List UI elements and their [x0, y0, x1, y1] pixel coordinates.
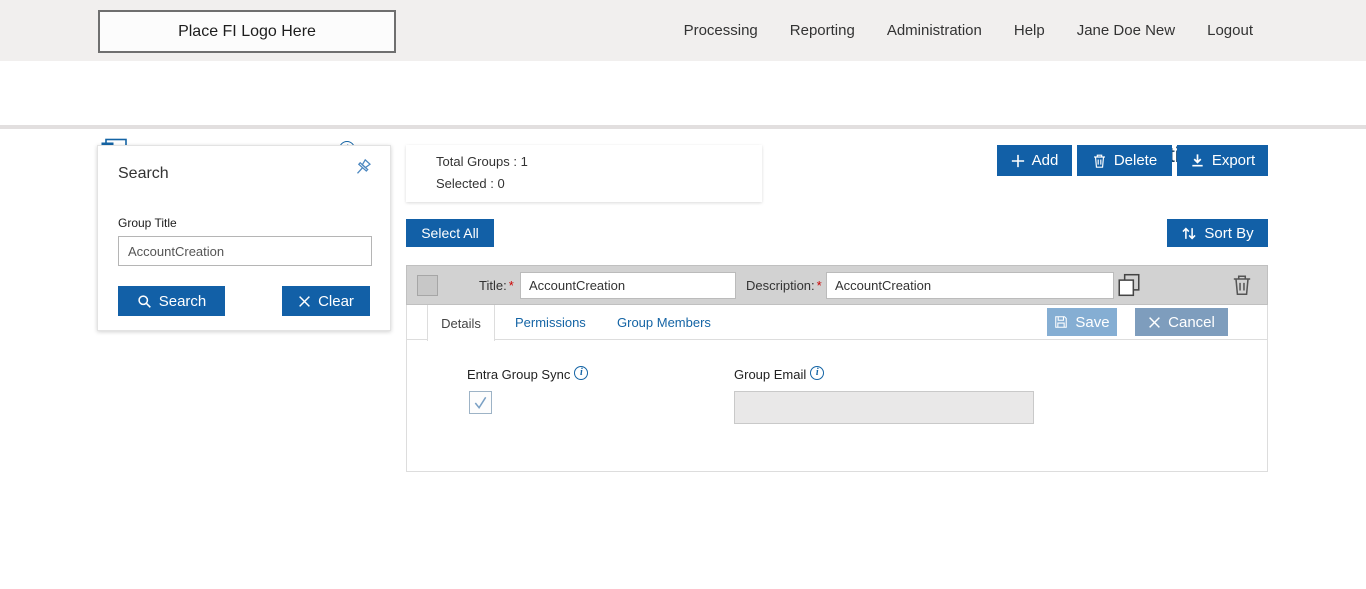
- top-navigation: Processing Reporting Administration Help…: [684, 0, 1253, 61]
- nav-help[interactable]: Help: [1014, 22, 1045, 39]
- cancel-button-label: Cancel: [1168, 314, 1215, 331]
- sort-by-label: Sort By: [1204, 225, 1253, 242]
- tab-permissions[interactable]: Permissions: [515, 305, 586, 340]
- fi-logo-placeholder: Place FI Logo Here: [98, 10, 396, 53]
- nav-processing[interactable]: Processing: [684, 22, 758, 39]
- save-button[interactable]: Save: [1047, 308, 1117, 336]
- clear-button-label: Clear: [318, 293, 354, 310]
- email-info-icon[interactable]: [810, 366, 824, 380]
- row-trash-icon[interactable]: [1229, 273, 1255, 299]
- total-groups-label: Total Groups :: [436, 154, 517, 169]
- selected-count: Selected : 0: [436, 176, 762, 191]
- add-button[interactable]: Add: [997, 145, 1072, 176]
- search-button-label: Search: [159, 293, 207, 310]
- description-label-text: Description:: [746, 278, 815, 293]
- total-groups-value: 1: [521, 154, 528, 169]
- search-panel-title: Search: [118, 165, 169, 183]
- tab-group-members[interactable]: Group Members: [617, 305, 711, 340]
- search-panel: Search Group Title Search Clear: [97, 145, 391, 331]
- export-button-label: Export: [1212, 152, 1255, 169]
- group-email-label: Group Email: [734, 367, 824, 384]
- select-all-button[interactable]: Select All: [406, 219, 494, 247]
- entra-group-sync-checkbox[interactable]: [469, 391, 492, 414]
- tab-strip: Details Permissions Group Members Save C…: [407, 305, 1267, 340]
- delete-button-label: Delete: [1114, 152, 1157, 169]
- sort-icon: [1181, 226, 1197, 241]
- required-marker: *: [817, 278, 822, 293]
- delete-button[interactable]: Delete: [1077, 145, 1172, 176]
- required-marker: *: [509, 278, 514, 293]
- entra-group-sync-label: Entra Group Sync: [467, 367, 588, 384]
- description-label: Description:*: [746, 278, 822, 293]
- nav-logout[interactable]: Logout: [1207, 22, 1253, 39]
- export-button[interactable]: Export: [1177, 145, 1268, 176]
- row-checkbox[interactable]: [417, 275, 438, 296]
- x-icon: [298, 295, 311, 308]
- pin-icon[interactable]: [352, 158, 374, 180]
- title-input[interactable]: [520, 272, 736, 299]
- plus-icon: [1011, 154, 1025, 168]
- sort-by-button[interactable]: Sort By: [1167, 219, 1268, 247]
- copy-icon[interactable]: [1116, 272, 1142, 298]
- group-row: Title:* Description:*: [406, 265, 1268, 305]
- entra-info-icon[interactable]: [574, 366, 588, 380]
- select-all-label: Select All: [421, 225, 479, 241]
- top-bar: Place FI Logo Here Processing Reporting …: [0, 0, 1366, 61]
- page: Place FI Logo Here Processing Reporting …: [0, 0, 1366, 589]
- group-title-label: Group Title: [118, 216, 177, 230]
- save-button-label: Save: [1075, 314, 1109, 331]
- title-label-text: Title:: [479, 278, 507, 293]
- cancel-button[interactable]: Cancel: [1135, 308, 1228, 336]
- selected-value: 0: [497, 176, 504, 191]
- save-icon: [1054, 315, 1068, 329]
- clear-button[interactable]: Clear: [282, 286, 370, 316]
- nav-administration[interactable]: Administration: [887, 22, 982, 39]
- nav-reporting[interactable]: Reporting: [790, 22, 855, 39]
- fi-logo-text: Place FI Logo Here: [178, 23, 316, 41]
- page-header: Group Maintenance Kinective Sign: [0, 61, 1366, 129]
- download-icon: [1190, 153, 1205, 168]
- description-input[interactable]: [826, 272, 1114, 299]
- entra-group-sync-label-text: Entra Group Sync: [467, 367, 570, 382]
- total-groups: Total Groups : 1: [436, 154, 762, 169]
- group-title-input[interactable]: [118, 236, 372, 266]
- summary-box: Total Groups : 1 Selected : 0: [406, 145, 762, 202]
- group-email-input: [734, 391, 1034, 424]
- search-button[interactable]: Search: [118, 286, 225, 316]
- add-button-label: Add: [1032, 152, 1059, 169]
- title-label: Title:*: [479, 278, 514, 293]
- tab-details[interactable]: Details: [427, 305, 495, 341]
- group-detail-panel: Details Permissions Group Members Save C…: [406, 305, 1268, 472]
- search-icon: [137, 294, 152, 309]
- group-email-label-text: Group Email: [734, 367, 806, 382]
- nav-user-menu[interactable]: Jane Doe New: [1077, 22, 1175, 39]
- check-icon: [472, 394, 489, 411]
- selected-label: Selected :: [436, 176, 494, 191]
- trash-icon: [1092, 153, 1107, 169]
- x-icon: [1148, 316, 1161, 329]
